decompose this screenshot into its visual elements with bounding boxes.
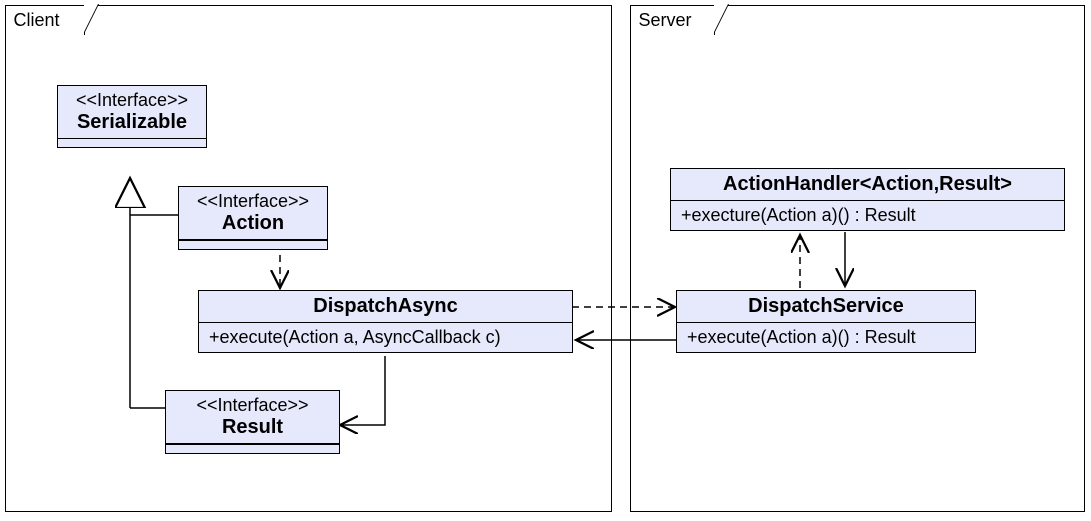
- package-server-label: Server: [639, 10, 692, 31]
- package-server-tab: Server: [630, 5, 715, 35]
- dispatchasync-member-0: +execute(Action a, AsyncCallback c): [209, 327, 562, 348]
- dispatchservice-member-0: +execute(Action a)() : Result: [687, 327, 965, 348]
- class-dispatchservice: DispatchService +execute(Action a)() : R…: [676, 290, 976, 353]
- dispatchasync-name: DispatchAsync: [209, 295, 562, 318]
- class-dispatchasync: DispatchAsync +execute(Action a, AsyncCa…: [198, 290, 573, 353]
- uml-diagram: DispatchService (dashed, open arrow) -->…: [0, 0, 1091, 521]
- result-members: [166, 444, 339, 453]
- serializable-members: [58, 139, 206, 147]
- action-name: Action: [189, 212, 317, 235]
- class-serializable: <<Interface>> Serializable: [57, 85, 207, 148]
- class-result: <<Interface>> Result: [165, 390, 340, 454]
- action-members: [179, 240, 327, 249]
- result-stereotype: <<Interface>>: [176, 395, 329, 416]
- package-server: Server: [630, 5, 1085, 512]
- action-stereotype: <<Interface>>: [189, 191, 317, 212]
- actionhandler-name: ActionHandler<Action,Result>: [681, 173, 1054, 196]
- result-name: Result: [176, 416, 329, 439]
- package-client-label: Client: [14, 10, 60, 31]
- serializable-name: Serializable: [68, 111, 196, 134]
- actionhandler-member-0: +execture(Action a)() : Result: [681, 205, 1054, 226]
- dispatchservice-name: DispatchService: [687, 295, 965, 318]
- class-action: <<Interface>> Action: [178, 186, 328, 250]
- serializable-stereotype: <<Interface>>: [68, 90, 196, 111]
- package-client-tab: Client: [5, 5, 85, 35]
- class-actionhandler: ActionHandler<Action,Result> +execture(A…: [670, 168, 1065, 231]
- package-server-body: [631, 34, 1084, 511]
